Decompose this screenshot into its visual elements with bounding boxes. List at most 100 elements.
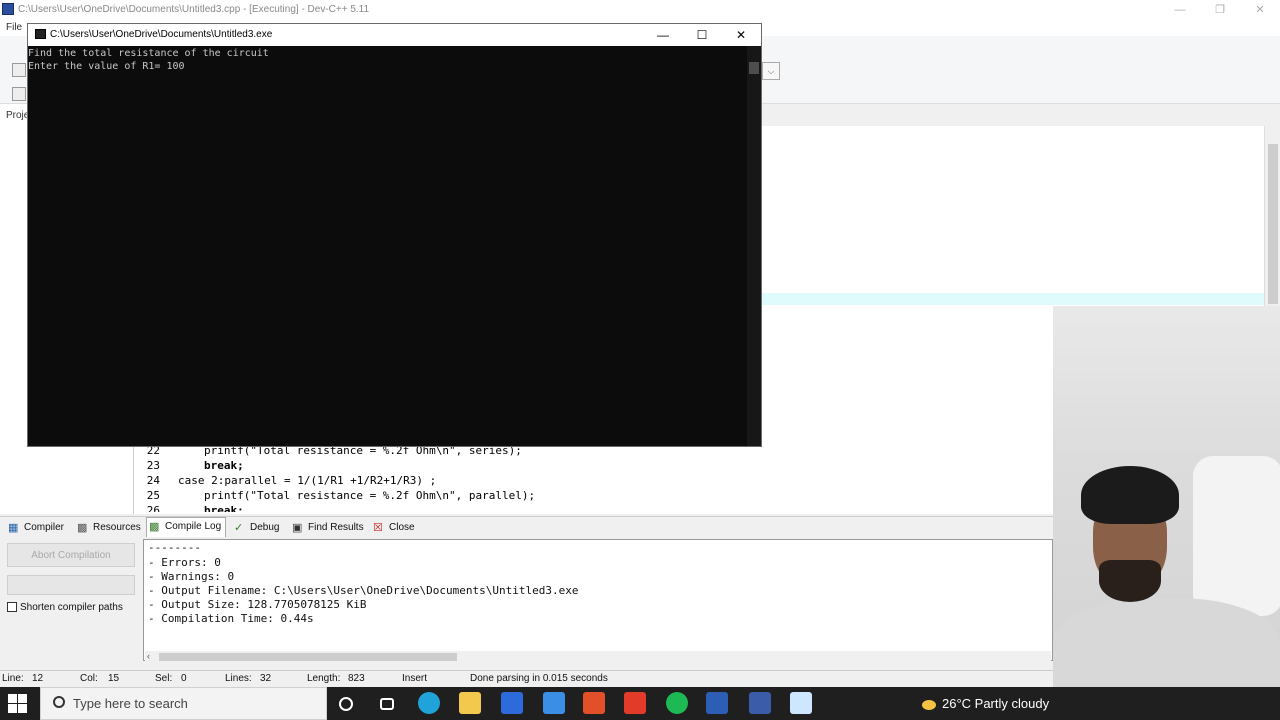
tab-label: Debug [250, 522, 280, 533]
weather-text: 26°C Partly cloudy [942, 696, 1050, 711]
tab-label: Close [389, 522, 415, 533]
tab-resources[interactable]: ▩ Resources [75, 520, 141, 536]
word-icon[interactable] [706, 692, 728, 714]
console-minimize-button[interactable]: — [643, 24, 683, 46]
log-line: - Errors: 0 [148, 556, 221, 569]
edge-icon[interactable] [418, 692, 440, 714]
tab-compiler[interactable]: ▦ Compiler [6, 520, 64, 536]
console-title-bar[interactable]: C:\Users\User\OneDrive\Documents\Untitle… [28, 24, 761, 46]
status-sel-label: Sel: [155, 673, 173, 684]
current-line-highlight [762, 293, 1264, 305]
devcpp-icon[interactable] [749, 692, 771, 714]
office-icon[interactable] [583, 692, 605, 714]
chevron-down-icon[interactable]: ⌵ [762, 62, 780, 80]
console-close-button[interactable]: ✕ [721, 24, 761, 46]
person-hair [1081, 466, 1179, 524]
tab-close[interactable]: ☒ Close [371, 520, 415, 536]
chevron-left-icon[interactable]: ‹ [147, 651, 150, 661]
tab-label: Compiler [24, 522, 65, 533]
main-title-bar: C:\Users\User\OneDrive\Documents\Untitle… [0, 0, 1280, 20]
log-line: - Output Filename: C:\Users\User\OneDriv… [148, 584, 579, 597]
menu-file[interactable]: File [6, 22, 22, 33]
status-length-label: Length: [307, 673, 341, 684]
main-minimize-button[interactable]: — [1160, 0, 1200, 20]
log-horizontal-scrollbar[interactable]: ‹ [145, 651, 1051, 663]
log-line: - Compilation Time: 0.44s [148, 612, 314, 625]
status-lines-label: Lines: [225, 673, 252, 684]
resources-icon: ▩ [77, 522, 88, 534]
check-icon: ✓ [234, 522, 244, 534]
close-icon: ☒ [373, 522, 383, 534]
console-maximize-button[interactable]: ☐ [682, 24, 722, 46]
file-explorer-icon[interactable] [459, 692, 481, 714]
mail-icon[interactable] [543, 692, 565, 714]
search-placeholder: Type here to search [73, 696, 188, 711]
weather-widget[interactable]: 26°C Partly cloudy [922, 687, 1049, 720]
tab-compile-log[interactable]: ▩ Compile Log [146, 517, 227, 537]
status-lines-value: 32 [260, 673, 272, 684]
code-line: printf("Total resistance = %.2f Ohm\n", … [204, 489, 536, 502]
log-scroll-thumb[interactable] [159, 653, 457, 661]
spotify-icon[interactable] [666, 692, 688, 714]
red-app-icon[interactable] [624, 692, 646, 714]
cortana-icon[interactable] [339, 697, 353, 711]
checkbox-label: Shorten compiler paths [20, 602, 123, 613]
search-icon [53, 696, 65, 708]
tab-label: Resources [93, 522, 141, 533]
background-sofa [1193, 456, 1280, 616]
console-output-line: Enter the value of R1= 100 [28, 61, 185, 72]
console-scrollbar[interactable] [747, 46, 761, 446]
line-number: 26 [146, 504, 160, 512]
status-message: Done parsing in 0.015 seconds [470, 673, 608, 684]
tab-label: Compile Log [165, 521, 222, 532]
editor-scroll-thumb[interactable] [1268, 144, 1278, 304]
console-scroll-thumb[interactable] [749, 62, 759, 74]
status-mode: Insert [402, 673, 428, 684]
person-beard [1099, 560, 1161, 602]
console-window[interactable]: C:\Users\User\OneDrive\Documents\Untitle… [27, 23, 762, 447]
taskbar-search-box[interactable]: Type here to search [40, 687, 327, 720]
windows-start-icon[interactable] [8, 694, 28, 714]
tab-project[interactable]: Proje [6, 110, 29, 121]
log-line: - Output Size: 128.7705078125 KiB [148, 598, 367, 611]
status-line-label: Line: [2, 673, 24, 684]
status-line-value: 12 [32, 673, 44, 684]
grid-icon: ▦ [8, 522, 19, 534]
status-col-value: 15 [108, 673, 120, 684]
shorten-paths-checkbox[interactable]: Shorten compiler paths [7, 602, 123, 613]
code-app-icon[interactable] [501, 692, 523, 714]
person-shirt [1053, 598, 1280, 687]
line-number: 23 [146, 459, 160, 472]
status-length-value: 823 [348, 673, 365, 684]
line-number: 24 [146, 474, 160, 487]
code-line: break; [204, 504, 244, 512]
compile-progress-bar [7, 575, 135, 595]
find-icon: ▣ [292, 522, 303, 534]
main-close-button[interactable]: ✕ [1240, 0, 1280, 20]
partly-cloudy-icon [922, 699, 936, 710]
console-app-icon [35, 29, 46, 39]
code-line: break; [204, 459, 244, 472]
toolbar-project-icon[interactable] [12, 87, 26, 101]
log-line: -------- [148, 541, 201, 554]
status-col-label: Col: [80, 673, 98, 684]
abort-compilation-button[interactable]: Abort Compilation [7, 543, 135, 567]
tab-label: Find Results [308, 522, 364, 533]
main-window-title: C:\Users\User\OneDrive\Documents\Untitle… [18, 4, 370, 15]
chart-icon: ▩ [149, 521, 160, 533]
checkbox-box[interactable] [7, 602, 17, 613]
devcpp-app-icon [2, 3, 14, 15]
main-restore-button[interactable]: ❐ [1200, 0, 1240, 20]
webcam-overlay [1053, 306, 1280, 687]
log-line: - Warnings: 0 [148, 570, 235, 583]
console-title: C:\Users\User\OneDrive\Documents\Untitle… [50, 29, 273, 40]
status-sel-value: 0 [181, 673, 187, 684]
tab-debug[interactable]: ✓ Debug [232, 520, 279, 536]
console-output-line: Find the total resistance of the circuit [28, 48, 269, 59]
toolbar-new-icon[interactable] [12, 63, 26, 77]
task-view-icon[interactable] [380, 698, 394, 710]
console-app-icon[interactable] [790, 692, 812, 714]
code-line: case 2:parallel = 1/(1/R1 +1/R2+1/R3) ; [178, 474, 437, 487]
tab-find-results[interactable]: ▣ Find Results [290, 520, 364, 536]
line-number: 25 [146, 489, 160, 502]
